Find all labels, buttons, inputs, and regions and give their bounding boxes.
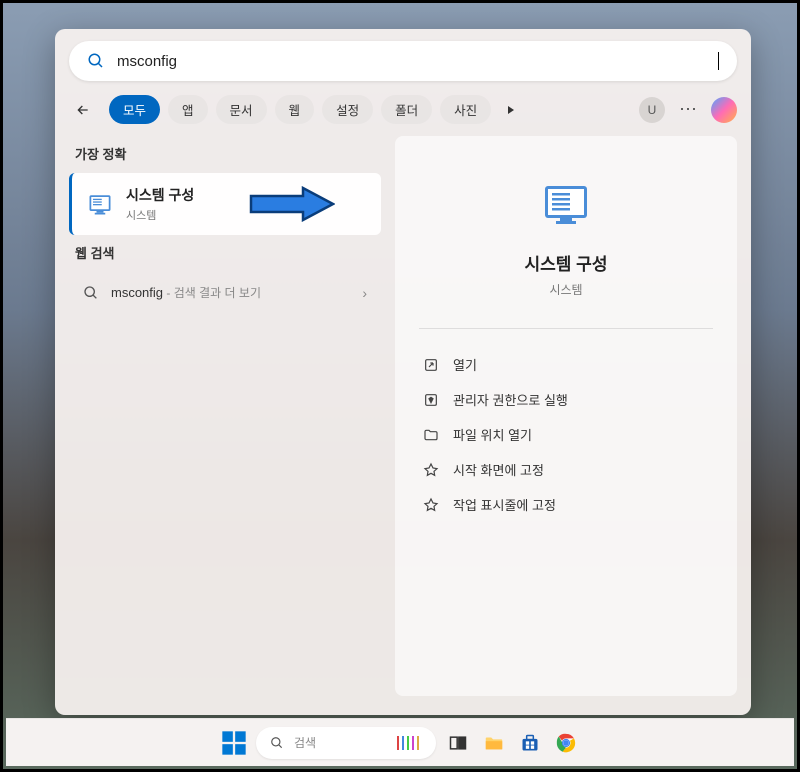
taskbar-microsoft-store[interactable] — [516, 729, 544, 757]
windows-search-panel: msconfig 모두 앱 문서 웹 설정 폴더 사진 U ⋯ 가장 정확 시스… — [55, 29, 751, 715]
best-match-result[interactable]: 시스템 구성 시스템 — [69, 173, 381, 235]
pin-icon — [423, 497, 439, 513]
filter-apps[interactable]: 앱 — [168, 95, 208, 124]
search-icon — [270, 736, 284, 750]
open-icon — [423, 357, 439, 373]
results-area: 가장 정확 시스템 구성 시스템 웹 검색 msconfig - 검색 결과 더… — [55, 136, 751, 696]
taskbar-task-view[interactable] — [444, 729, 472, 757]
best-match-subtitle: 시스템 — [126, 207, 194, 223]
divider — [419, 328, 713, 329]
pin-icon — [423, 462, 439, 478]
results-left-column: 가장 정확 시스템 구성 시스템 웹 검색 msconfig - 검색 결과 더… — [69, 136, 381, 696]
action-open[interactable]: 열기 — [419, 347, 713, 382]
filter-folders[interactable]: 폴더 — [381, 95, 432, 124]
filter-documents[interactable]: 문서 — [216, 95, 267, 124]
folder-icon — [423, 427, 439, 443]
search-highlight-icon — [394, 733, 422, 753]
filter-settings[interactable]: 설정 — [322, 95, 373, 124]
filter-web[interactable]: 웹 — [275, 95, 315, 124]
msconfig-icon — [539, 178, 593, 232]
preview-title: 시스템 구성 — [419, 250, 713, 275]
search-input[interactable]: msconfig — [117, 53, 718, 70]
start-button[interactable] — [220, 729, 248, 757]
filter-tabs-row: 모두 앱 문서 웹 설정 폴더 사진 U ⋯ — [55, 91, 751, 136]
more-filters-button[interactable] — [499, 98, 523, 122]
filter-photos[interactable]: 사진 — [440, 95, 491, 124]
more-options-button[interactable]: ⋯ — [673, 99, 703, 120]
web-search-heading: 웹 검색 — [69, 235, 381, 272]
taskbar-chrome[interactable] — [552, 729, 580, 757]
callout-arrow-icon — [245, 186, 335, 222]
action-run-as-admin[interactable]: 관리자 권한으로 실행 — [419, 382, 713, 417]
user-avatar[interactable]: U — [639, 97, 665, 123]
copilot-icon[interactable] — [711, 97, 737, 123]
taskbar-file-explorer[interactable] — [480, 729, 508, 757]
search-icon — [83, 285, 99, 301]
preview-subtitle: 시스템 — [419, 281, 713, 298]
back-button[interactable] — [69, 96, 97, 124]
taskbar: 검색 — [6, 718, 794, 766]
action-pin-to-start[interactable]: 시작 화면에 고정 — [419, 452, 713, 487]
msconfig-icon — [86, 190, 114, 218]
shield-icon — [423, 392, 439, 408]
taskbar-search[interactable]: 검색 — [256, 727, 436, 759]
action-open-file-location[interactable]: 파일 위치 열기 — [419, 417, 713, 452]
web-result-query: msconfig — [111, 285, 163, 300]
search-icon — [87, 52, 105, 70]
search-bar[interactable]: msconfig — [69, 41, 737, 81]
web-result-suffix: - 검색 결과 더 보기 — [163, 286, 261, 300]
web-search-result[interactable]: msconfig - 검색 결과 더 보기 › — [69, 272, 381, 313]
best-match-title: 시스템 구성 — [126, 185, 194, 205]
taskbar-search-placeholder: 검색 — [294, 734, 384, 751]
chevron-right-icon: › — [362, 285, 367, 301]
action-pin-to-taskbar[interactable]: 작업 표시줄에 고정 — [419, 487, 713, 522]
best-match-heading: 가장 정확 — [69, 136, 381, 173]
filter-all[interactable]: 모두 — [109, 95, 160, 124]
preview-pane: 시스템 구성 시스템 열기 관리자 권한으로 실행 파일 위치 열기 시작 화면… — [395, 136, 737, 696]
